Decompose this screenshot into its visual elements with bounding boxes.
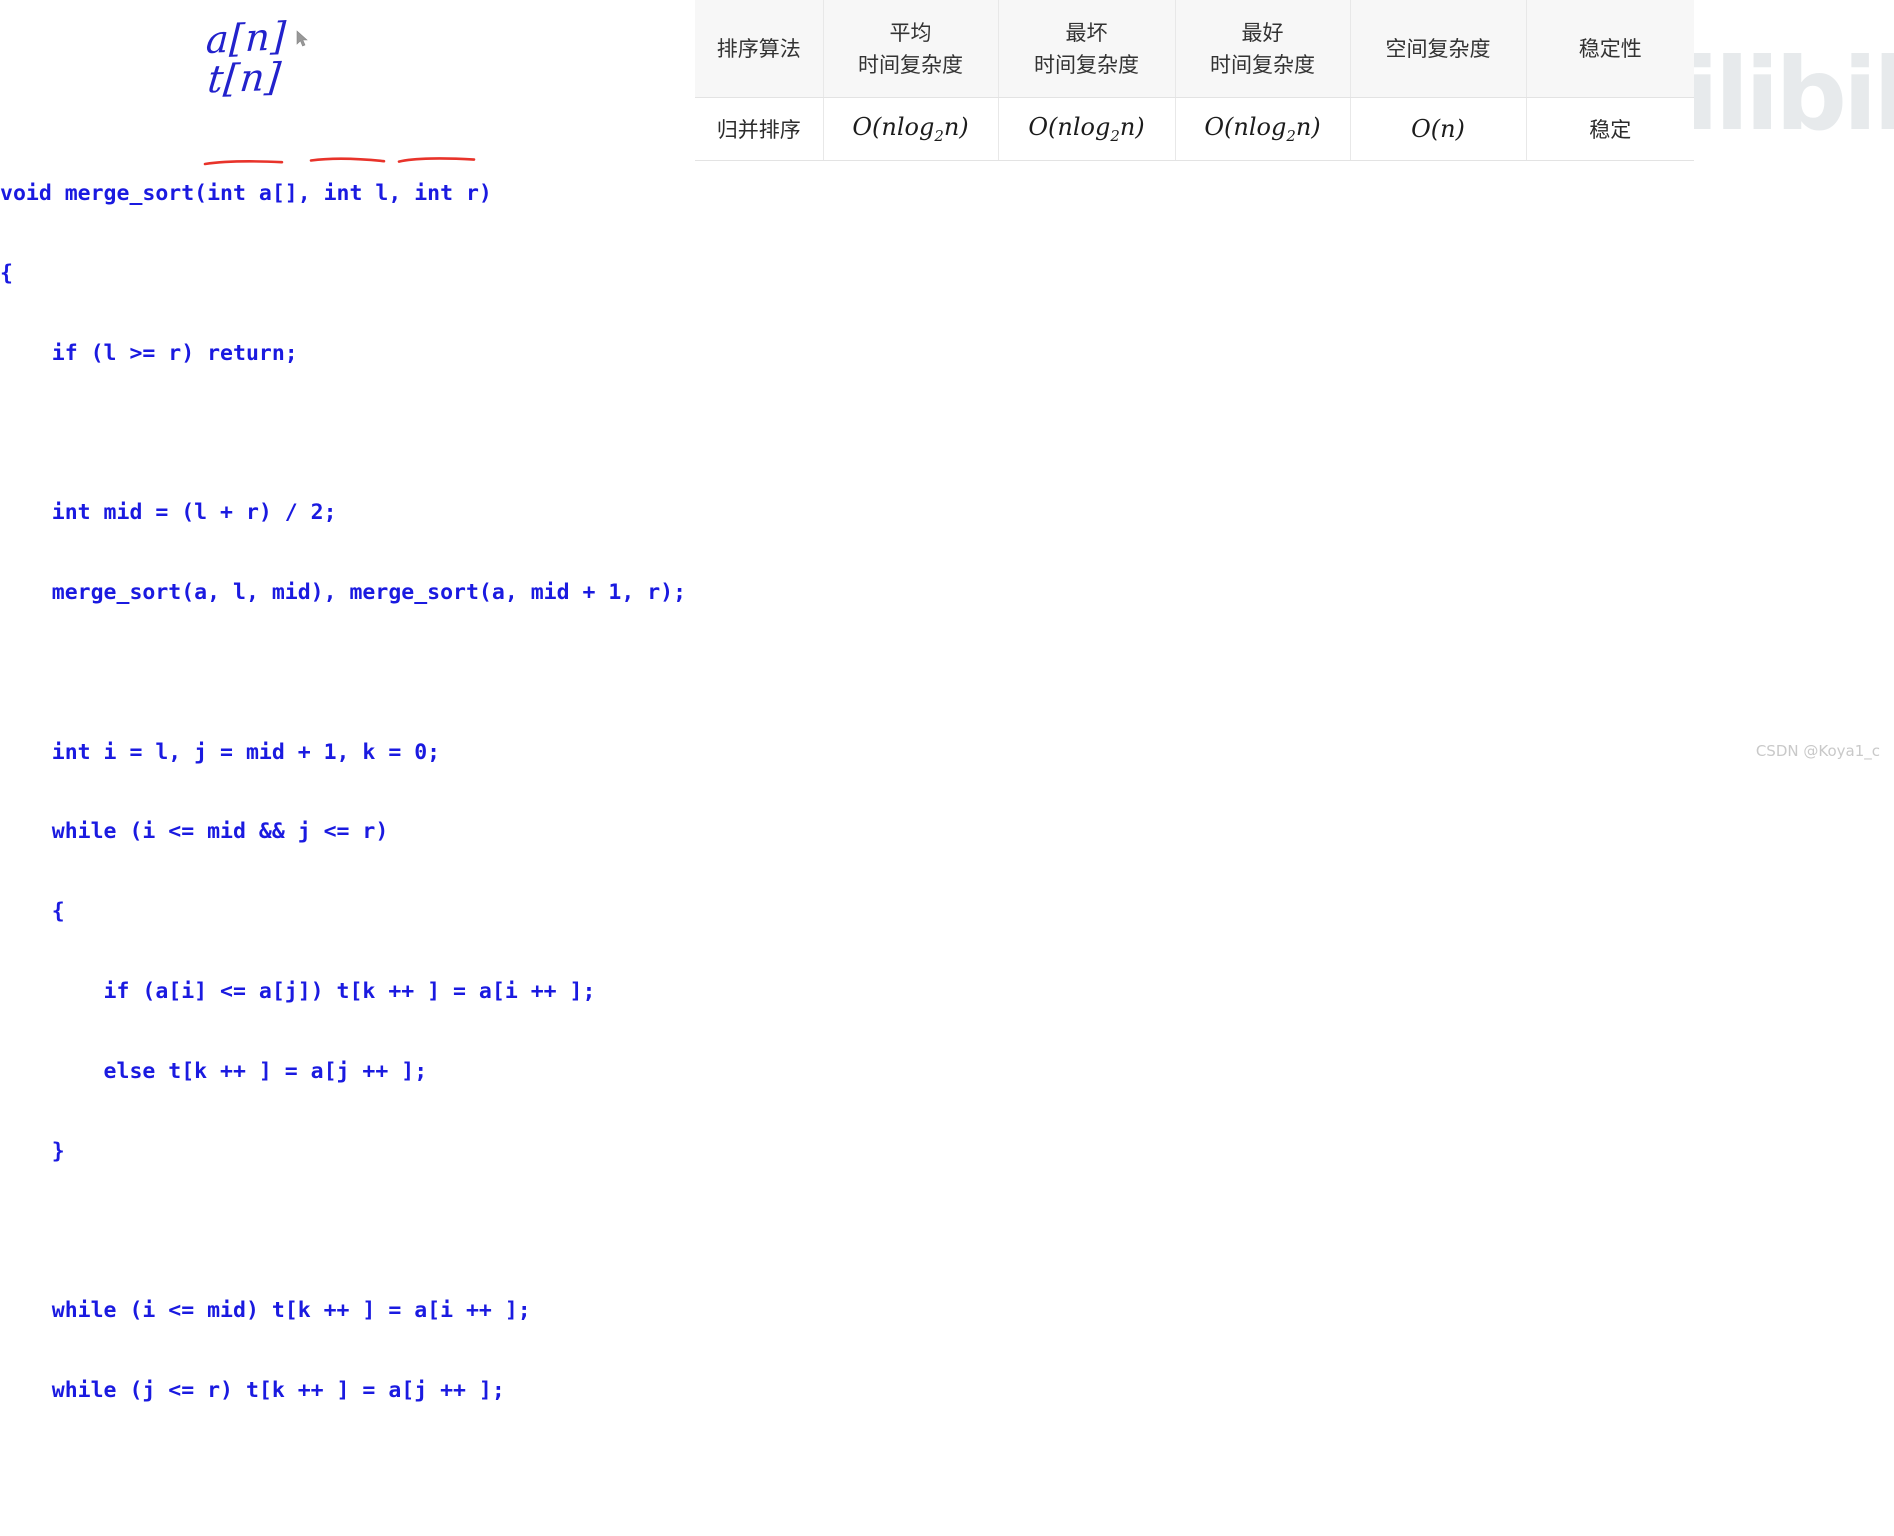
table-row: 归并排序 O(nlog2n) O(nlog2n) O(nlog2n) O(n) … — [695, 97, 1694, 161]
code-line: if (a[i] <= a[j]) t[k ++ ] = a[i ++ ]; — [0, 979, 596, 1004]
code-line: void merge_sort(int a[], int l, int r) — [0, 181, 492, 207]
code-line: while (i <= mid && j <= r) — [0, 819, 389, 845]
code-line: { — [0, 899, 65, 925]
code-line: while (j <= r) t[k ++ ] = a[j ++ ]; — [0, 1377, 505, 1403]
header-line: 时间复杂度 — [1210, 52, 1315, 77]
header-line: 排序算法 — [716, 36, 801, 61]
complexity-value: O(nlog2n) — [1028, 113, 1145, 145]
column-header-average-time: 平均 时间复杂度 — [823, 0, 999, 98]
header-line: 最好 — [1241, 20, 1284, 45]
complexity-value: O(nlog2n) — [1204, 113, 1321, 145]
code-line: merge_sort(a, l, mid), merge_sort(a, mid… — [0, 580, 687, 606]
column-header-algorithm: 排序算法 — [695, 0, 824, 98]
csdn-credit-watermark: CSDN @Koya1_c — [1755, 742, 1880, 760]
column-header-best-time: 最好 时间复杂度 — [1175, 0, 1351, 98]
cell-space: O(n) — [1350, 97, 1527, 161]
header-line: 平均 — [889, 20, 932, 45]
complexity-value: O(nlog2n) — [852, 113, 969, 145]
screenshot-canvas: a[n] t[n] void merge_sort(int a[], int l… — [0, 0, 1894, 1403]
code-line: } — [0, 1138, 65, 1164]
cell-worst-time: O(nlog2n) — [998, 97, 1176, 161]
header-line: 空间复杂度 — [1385, 36, 1491, 61]
header-line: 时间复杂度 — [1034, 52, 1139, 77]
code-line: while (i <= mid) t[k ++ ] = a[i ++ ]; — [0, 1298, 531, 1324]
mouse-pointer-icon — [296, 30, 308, 47]
cell-average-time: O(nlog2n) — [823, 97, 999, 161]
code-line: if (l >= r) return; — [0, 340, 298, 366]
header-line: 时间复杂度 — [858, 52, 963, 77]
handwritten-temp-note: t[n] — [205, 54, 284, 102]
header-line: 稳定性 — [1578, 36, 1642, 61]
code-line: else t[k ++ ] = a[j ++ ]; — [0, 1058, 428, 1084]
code-block: void merge_sort(int a[], int l, int r) {… — [0, 128, 738, 1536]
cell-algorithm: 归并排序 — [695, 97, 824, 161]
table-header-row: 排序算法 平均 时间复杂度 最坏 时间复杂度 最好 时间复杂度 空间复杂度 稳定… — [695, 0, 1694, 98]
column-header-stability: 稳定性 — [1526, 0, 1694, 98]
complexity-value: O(n) — [1411, 115, 1465, 143]
header-line: 最坏 — [1065, 20, 1108, 45]
cell-stability: 稳定 — [1526, 97, 1694, 161]
column-header-worst-time: 最坏 时间复杂度 — [998, 0, 1176, 98]
code-line: int i = l, j = mid + 1, k = 0; — [0, 739, 441, 765]
cell-best-time: O(nlog2n) — [1175, 97, 1351, 161]
code-line: int mid = (l + r) / 2; — [0, 500, 337, 526]
code-line: { — [0, 260, 13, 286]
complexity-comparison-table: 排序算法 平均 时间复杂度 最坏 时间复杂度 最好 时间复杂度 空间复杂度 稳定… — [695, 0, 1694, 161]
column-header-space: 空间复杂度 — [1350, 0, 1527, 98]
